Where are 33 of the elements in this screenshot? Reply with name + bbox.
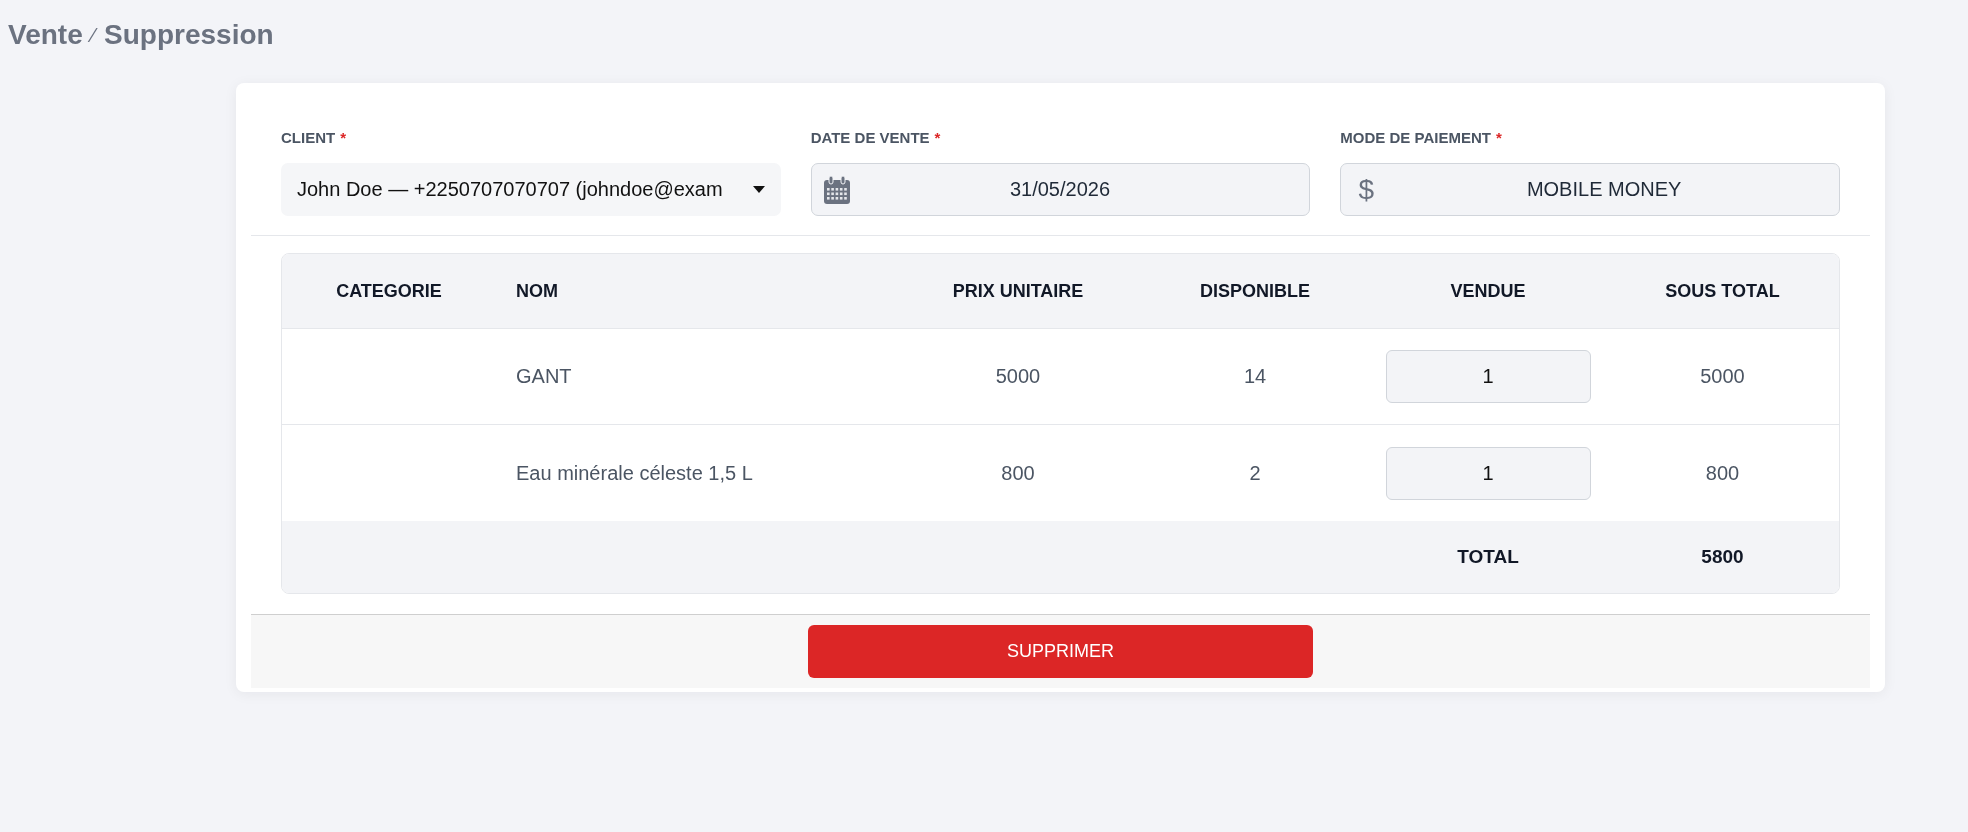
breadcrumb-item: Vente [8, 19, 83, 51]
dollar-icon: $ [1357, 173, 1376, 206]
table-cell-text: 800 [1704, 460, 1741, 486]
required-mark: * [934, 128, 941, 146]
payment-mode-field[interactable]: $ MOBILE MONEY [1340, 163, 1840, 216]
table-cell: 5000 [896, 329, 1140, 425]
date-field[interactable]: 31/05/2026 [810, 163, 1311, 216]
caret-icon [752, 186, 765, 193]
column-header: VENDUE [1370, 254, 1606, 329]
field-label: DATE DE VENTE [810, 128, 930, 146]
table-cell: 5000 [1606, 329, 1839, 425]
column-header: PRIX UNITAIRE [896, 254, 1140, 329]
total-value: 5800 [1606, 521, 1839, 593]
column-header: NOM [496, 254, 896, 329]
table-cell-text: 800 [1000, 460, 1036, 486]
required-mark: * [1495, 128, 1502, 146]
column-header: SOUS TOTAL [1606, 254, 1839, 329]
field-label: MODE DE PAIEMENT [1340, 128, 1491, 146]
table-cell-text: 2 [1248, 460, 1262, 486]
field-label: CLIENT [281, 128, 336, 146]
breadcrumb-item: Suppression [104, 19, 274, 51]
column-header: DISPONIBLE [1140, 254, 1370, 329]
calendar-icon [822, 175, 851, 204]
table-cell-text: Eau minérale céleste 1,5 L [515, 460, 754, 486]
table-cell: 14 [1140, 329, 1370, 425]
column-header: CATEGORIE [282, 254, 496, 329]
client-select[interactable]: John Doe — +2250707070707 (johndoe@exam [281, 163, 781, 216]
table-cell: GANT [496, 329, 896, 425]
quantity-field[interactable]: 1 [1385, 350, 1591, 403]
required-mark: * [340, 128, 346, 146]
delete-button[interactable]: SUPPRIMER [808, 625, 1313, 678]
quantity-field[interactable]: 1 [1385, 446, 1591, 500]
total-label: TOTAL [1370, 521, 1606, 593]
